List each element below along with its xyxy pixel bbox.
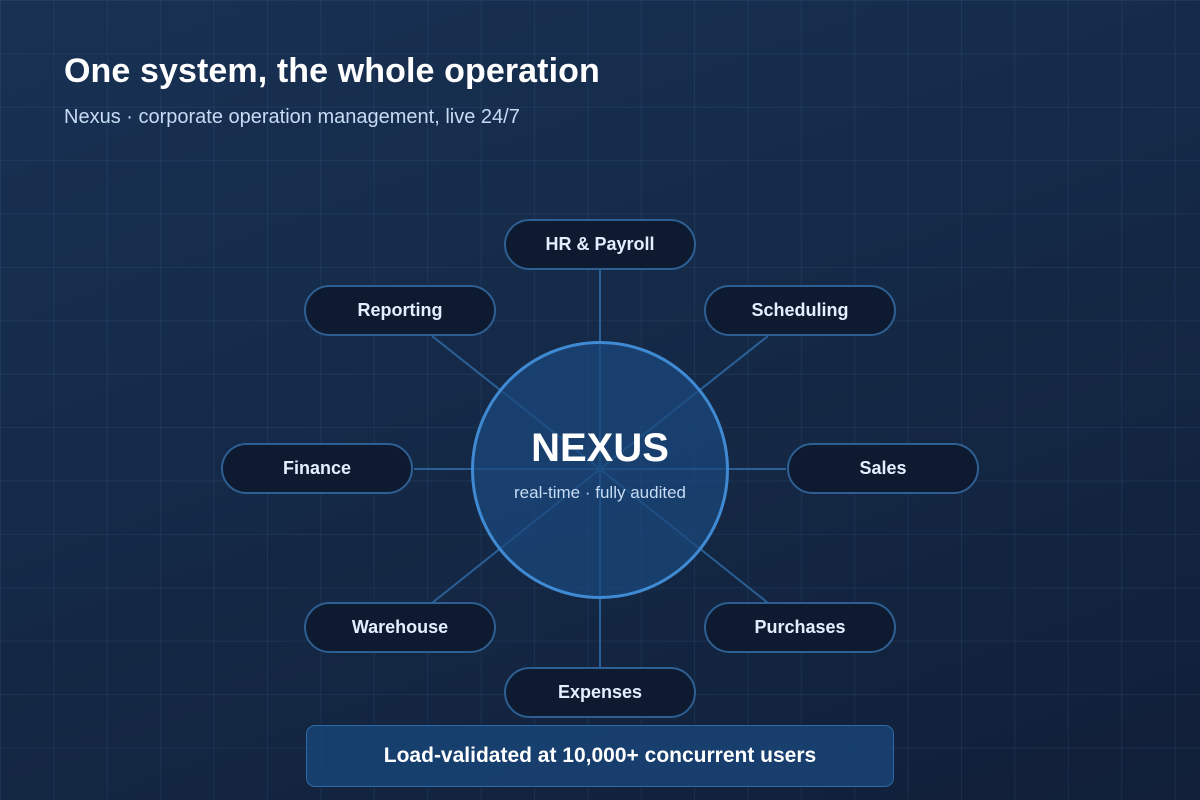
module-finance[interactable]: Finance: [221, 443, 413, 494]
module-purchases[interactable]: Purchases: [704, 602, 896, 653]
nexus-hub: NEXUS real-time · fully audited: [471, 341, 729, 599]
hub-title: NEXUS: [531, 426, 669, 470]
module-warehouse[interactable]: Warehouse: [304, 602, 496, 653]
hub-subtitle: real-time · fully audited: [514, 483, 686, 502]
module-sales[interactable]: Sales: [787, 443, 979, 494]
module-expenses[interactable]: Expenses: [504, 667, 696, 718]
module-hr-payroll[interactable]: HR & Payroll: [504, 219, 696, 270]
load-validation-banner: Load-validated at 10,000+ concurrent use…: [306, 725, 894, 787]
module-scheduling[interactable]: Scheduling: [704, 285, 896, 336]
module-reporting[interactable]: Reporting: [304, 285, 496, 336]
